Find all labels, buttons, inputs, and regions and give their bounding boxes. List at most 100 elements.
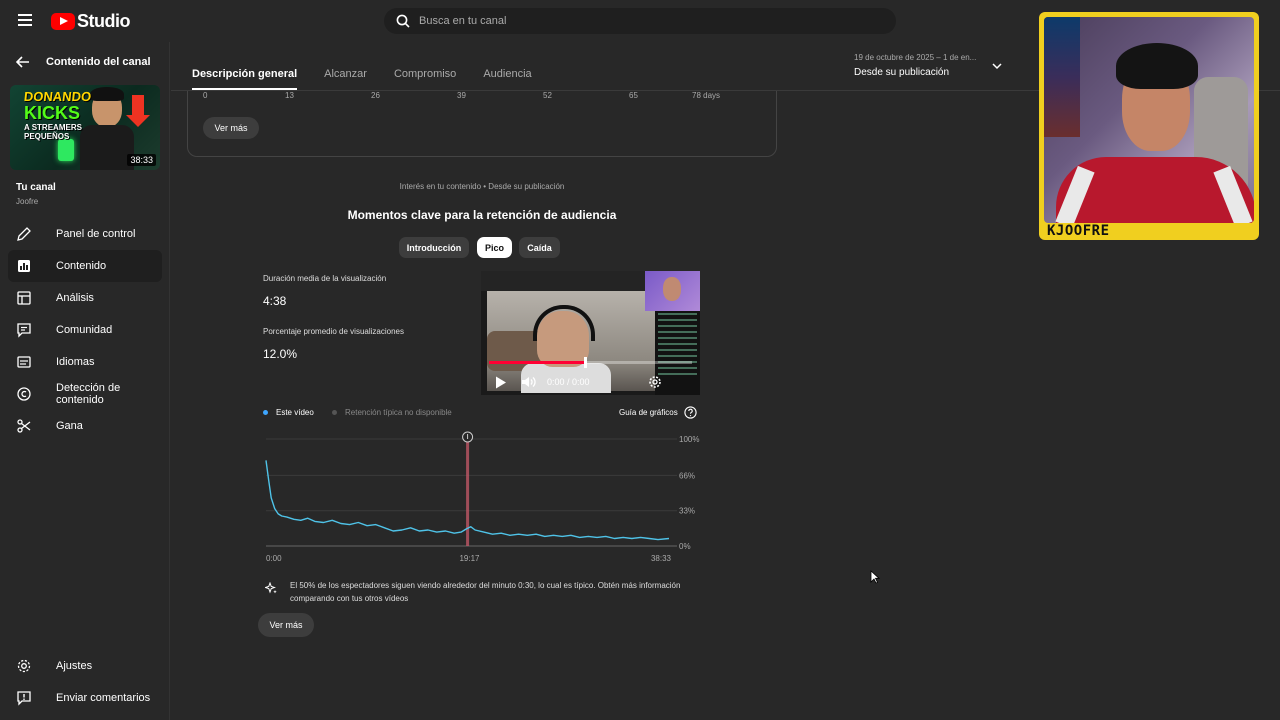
chart-guide-label: Guía de gráficos — [619, 408, 678, 417]
tab-engagement[interactable]: Compromiso — [394, 60, 456, 90]
webcam-poster — [1044, 17, 1080, 137]
y-tick-label: 66% — [679, 471, 695, 480]
retention-chart: 100% 66% 33% 0% 0:00 19:17 38:33 — [265, 431, 699, 563]
sidebar-item-dashboard[interactable]: Panel de control — [8, 218, 162, 250]
sidebar-bottom-nav: Ajustes Enviar comentarios — [8, 650, 162, 714]
sidebar-item-label: Panel de control — [56, 228, 136, 240]
video-time: 0:00 / 0:00 — [547, 377, 590, 387]
x-tick-label: 0:00 — [266, 554, 282, 563]
sidebar-item-languages[interactable]: Idiomas — [8, 346, 162, 378]
legend-typical-label: Retención típica no disponible — [345, 408, 452, 417]
sidebar-item-earn[interactable]: Gana — [8, 410, 162, 442]
chip-drop[interactable]: Caída — [519, 237, 560, 258]
video-progress-bar[interactable] — [489, 357, 692, 368]
search-icon — [396, 14, 410, 28]
copyright-icon — [16, 386, 32, 402]
legend-dot-typical — [332, 410, 337, 415]
sidebar-item-label: Enviar comentarios — [56, 692, 151, 704]
see-more-button-top[interactable]: Ver más — [203, 117, 259, 139]
sidebar-item-label: Comunidad — [56, 324, 113, 336]
avg-percent-label: Porcentaje promedio de visualizaciones — [263, 327, 404, 336]
analytics-icon — [16, 290, 32, 306]
volume-icon[interactable] — [521, 375, 537, 389]
play-icon[interactable] — [495, 376, 507, 389]
sidebar-item-settings[interactable]: Ajustes — [8, 650, 162, 682]
video-thumbnail[interactable]: DONANDO KICKS A STREAMERS PEQUEÑOS 38:33 — [10, 85, 160, 170]
search-input[interactable] — [419, 15, 859, 27]
thumb-suit — [80, 125, 134, 170]
channel-name: Joofre — [16, 197, 39, 206]
x-tick: 78 days — [692, 91, 721, 100]
webcam-feed — [1044, 17, 1254, 223]
y-tick-label: 33% — [679, 507, 695, 516]
logo-text: Studio — [77, 11, 131, 31]
section-caption: Interés en tu contenido • Desde su publi… — [399, 182, 565, 191]
thumb-arrow — [126, 95, 150, 127]
insight-text: El 50% de los espectadores siguen viendo… — [290, 581, 681, 603]
thumb-duration: 38:33 — [127, 154, 156, 166]
thumb-line3: A STREAMERS PEQUEÑOS — [24, 123, 82, 141]
gear-icon — [16, 658, 32, 674]
video-cam — [645, 271, 700, 311]
sidebar-item-content[interactable]: Contenido — [8, 250, 162, 282]
chip-intro[interactable]: Introducción — [399, 237, 469, 258]
sidebar-item-label: Detección de contenido — [56, 382, 121, 406]
avg-duration-value: 4:38 — [263, 294, 287, 308]
analytics-tabs: Descripción general Alcanzar Compromiso … — [192, 60, 559, 90]
legend-typical: Retención típica no disponible — [332, 408, 452, 417]
sidebar-item-feedback[interactable]: Enviar comentarios — [8, 682, 162, 714]
content-icon — [16, 258, 32, 274]
menu-icon[interactable] — [18, 14, 32, 26]
webcam-hair — [1116, 43, 1198, 89]
youtube-logo-icon — [51, 13, 75, 30]
mouse-cursor-icon — [870, 570, 880, 584]
thumb-line1: DONANDO — [23, 89, 92, 104]
x-tick-label: 38:33 — [651, 554, 672, 563]
thumb-line2: KICKS — [24, 103, 81, 123]
sidebar-item-label: Ajustes — [56, 660, 93, 672]
date-range-picker[interactable]: 19 de octubre de 2025 – 1 de en... Desde… — [854, 53, 976, 78]
tab-audience[interactable]: Audiencia — [483, 60, 531, 90]
sidebar: Contenido del canal DONANDO KICKS A STRE… — [0, 42, 170, 720]
back-to-content[interactable]: Contenido del canal — [16, 56, 151, 68]
sidebar-nav: Panel de control Contenido Análisis Comu… — [8, 218, 162, 442]
subtitles-icon — [16, 354, 32, 370]
sidebar-item-label: Contenido — [56, 260, 107, 272]
sidebar-item-label: Gana — [56, 420, 83, 432]
legend-this-label: Este vídeo — [276, 408, 314, 417]
studio-logo[interactable]: Studio — [51, 11, 131, 32]
sparkle-icon — [265, 582, 277, 594]
webcam-overlay: KJOOFRE — [1039, 12, 1259, 240]
sidebar-item-content-detection[interactable]: Detección de contenido — [8, 378, 162, 410]
x-tick: 13 — [285, 91, 294, 100]
chart-guide-link[interactable]: Guía de gráficos — [619, 406, 697, 419]
see-more-button-retention[interactable]: Ver más — [258, 613, 314, 637]
legend-this-video: Este vídeo — [263, 408, 314, 417]
y-tick-label: 100% — [679, 435, 699, 444]
legend-dot-this — [263, 410, 268, 415]
x-tick: 26 — [371, 91, 380, 100]
sidebar-item-label: Análisis — [56, 292, 94, 304]
avg-duration-label: Duración media de la visualización — [263, 274, 387, 283]
chip-peak[interactable]: Pico — [477, 237, 512, 258]
back-arrow-icon — [16, 56, 29, 68]
feedback-icon — [16, 690, 32, 706]
section-title: Momentos clave para la retención de audi… — [347, 208, 617, 222]
video-player[interactable]: 0:00 / 0:00 — [481, 271, 700, 395]
chevron-down-icon[interactable] — [992, 62, 1002, 70]
video-top-strip — [481, 271, 645, 291]
sidebar-item-analytics[interactable]: Análisis — [8, 282, 162, 314]
search-bar[interactable] — [384, 8, 896, 34]
tab-overview[interactable]: Descripción general — [192, 60, 298, 90]
back-label: Contenido del canal — [46, 56, 151, 68]
top-card — [187, 91, 777, 157]
peak-marker — [466, 437, 470, 546]
sidebar-item-community[interactable]: Comunidad — [8, 314, 162, 346]
settings-gear-icon[interactable] — [648, 375, 662, 389]
sidebar-item-label: Idiomas — [56, 356, 95, 368]
help-icon — [684, 406, 697, 419]
thumb-hair — [90, 87, 124, 101]
channel-title: Tu canal — [16, 182, 56, 193]
x-tick: 65 — [629, 91, 638, 100]
tab-reach[interactable]: Alcanzar — [324, 60, 367, 90]
